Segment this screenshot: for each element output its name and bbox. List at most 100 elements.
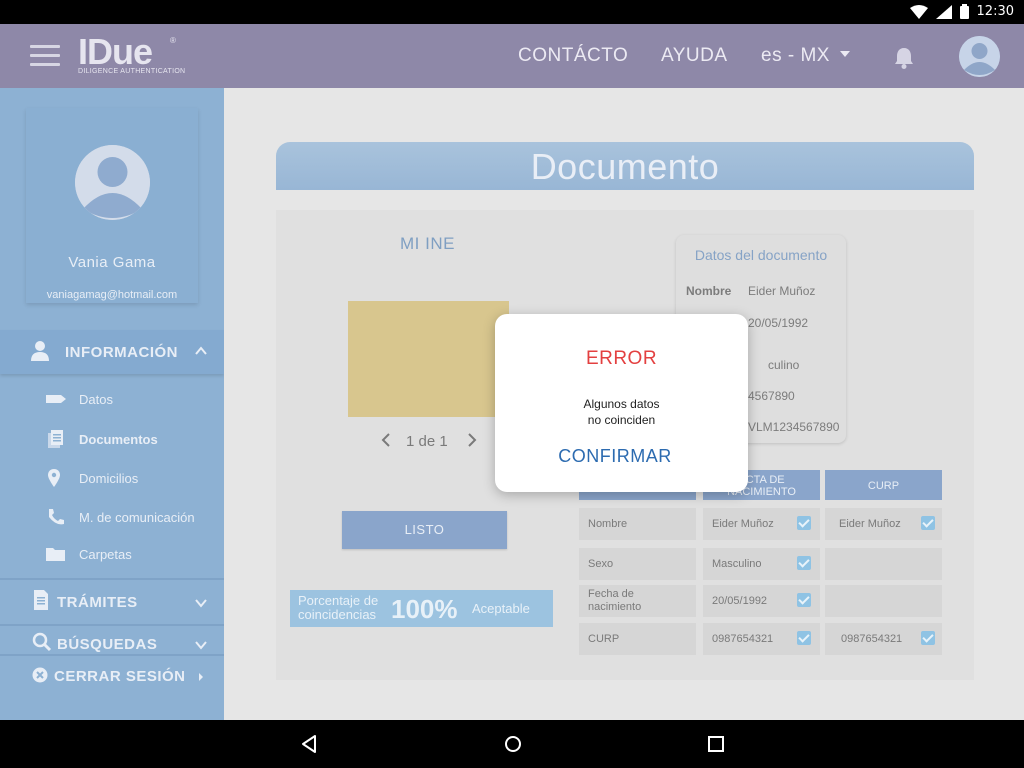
user-silhouette-icon	[75, 145, 150, 220]
chevron-down-icon	[195, 641, 207, 650]
pager-text: 1 de 1	[406, 433, 448, 450]
sidebar-section-cerrar-sesion[interactable]: CERRAR SESIÓN	[0, 660, 224, 690]
sidebar-item-documentos[interactable]: Documentos	[0, 424, 224, 454]
signal-icon	[935, 4, 952, 19]
table-row-acta: Eider Muñoz	[703, 508, 820, 540]
logo-registered-mark: ®	[170, 36, 176, 45]
app-bar: IDue ® DILIGENCE AUTHENTICATION CONTÁCTO…	[0, 24, 1024, 88]
wifi-icon	[909, 4, 928, 19]
page-title: Documento	[530, 146, 720, 187]
status-time: 12:30	[976, 4, 1014, 19]
sidebar-item-domicilios-label: Domicilios	[79, 471, 139, 486]
language-selector[interactable]: es - MX	[761, 45, 850, 67]
document-data-value: culino	[768, 358, 800, 372]
sidebar-item-domicilios[interactable]: Domicilios	[0, 463, 224, 493]
table-cell-text: 0987654321	[712, 633, 774, 645]
comparison-header-curp: CURP	[825, 470, 942, 500]
phone-icon	[49, 509, 64, 525]
menu-icon[interactable]	[30, 45, 60, 67]
document-data-value: Eider Muñoz	[748, 284, 816, 298]
table-row-curp: 0987654321	[825, 623, 942, 655]
table-cell-text: CURP	[588, 633, 620, 645]
sidebar-item-comunicacion[interactable]: M. de comunicación	[0, 502, 224, 532]
sidebar-item-carpetas[interactable]: Carpetas	[0, 539, 224, 569]
nav-help-link[interactable]: AYUDA	[661, 45, 728, 67]
table-row-curp: Eider Muñoz	[825, 508, 942, 540]
sidebar: Vania Gama vaniagamag@hotmail.com INFORM…	[0, 88, 224, 720]
home-icon[interactable]	[501, 732, 525, 756]
match-percentage-label: Porcentaje de coincidencias	[298, 593, 379, 622]
match-percentage-box: Porcentaje de coincidencias 100% Aceptab…	[290, 590, 553, 627]
documents-icon	[48, 430, 63, 448]
table-row-acta: 20/05/1992	[703, 585, 820, 617]
checkbox-checked-icon[interactable]	[921, 631, 935, 645]
error-dialog-message-line: Algunos datos	[583, 397, 660, 411]
language-selector-label: es - MX	[761, 45, 830, 66]
checkbox-checked-icon[interactable]	[797, 631, 811, 645]
table-row-field: Sexo	[579, 548, 696, 580]
tag-icon	[46, 395, 66, 403]
sidebar-section-tramites[interactable]: TRÁMITES	[0, 582, 224, 624]
battery-icon	[959, 4, 969, 19]
checkbox-checked-icon[interactable]	[797, 516, 811, 530]
sidebar-section-cerrar-sesion-label: CERRAR SESIÓN	[54, 668, 186, 685]
table-row-curp	[825, 585, 942, 617]
chevron-down-icon	[195, 599, 207, 608]
table-cell-text: 0987654321	[841, 633, 903, 645]
error-dialog: ERROR Algunos datos no coinciden CONFIRM…	[495, 314, 748, 492]
table-row-field: CURP	[579, 623, 696, 655]
listo-button[interactable]: LISTO	[342, 511, 507, 549]
logo-subtitle: DILIGENCE AUTHENTICATION	[78, 68, 186, 75]
comparison-header-curp-label: CURP	[867, 480, 900, 492]
user-silhouette-icon	[959, 36, 1000, 77]
sidebar-item-datos-label: Datos	[79, 392, 113, 407]
table-cell-text: Nombre	[588, 518, 628, 530]
table-cell-text: Fecha de nacimiento	[588, 588, 642, 613]
system-nav-bar	[0, 720, 1024, 768]
sidebar-section-informacion-label: INFORMACIÓN	[65, 344, 178, 361]
table-cell-text: Eider Muñoz	[712, 518, 774, 530]
profile-email: vaniagamag@hotmail.com	[46, 289, 178, 301]
table-cell-text: Eider Muñoz	[839, 518, 901, 530]
checkbox-checked-icon[interactable]	[797, 556, 811, 570]
sidebar-divider	[0, 578, 224, 580]
error-dialog-title: ERROR	[585, 348, 658, 369]
sidebar-item-datos[interactable]: Datos	[0, 384, 224, 414]
folder-icon	[46, 548, 65, 561]
confirm-button[interactable]: CONFIRMAR	[495, 446, 735, 467]
ine-document-image[interactable]	[348, 301, 509, 417]
bell-icon[interactable]	[893, 46, 915, 70]
sidebar-section-busquedas[interactable]: BÚSQUEDAS	[0, 626, 224, 654]
caret-down-icon	[839, 51, 850, 57]
document-data-label: Nombre	[686, 284, 732, 298]
checkbox-checked-icon[interactable]	[921, 516, 935, 530]
table-row-field: Nombre	[579, 508, 696, 540]
document-header: Documento	[276, 142, 974, 190]
document-data-value: 20/05/1992	[748, 316, 809, 330]
checkbox-checked-icon[interactable]	[797, 593, 811, 607]
status-icons: 12:30	[909, 4, 1014, 19]
error-dialog-message: Algunos datos no coinciden	[495, 396, 748, 428]
user-avatar-icon[interactable]	[959, 36, 1000, 77]
profile-avatar	[75, 145, 150, 220]
sidebar-divider	[0, 654, 224, 656]
sidebar-section-informacion[interactable]: INFORMACIÓN	[0, 330, 224, 374]
profile-name: Vania Gama	[68, 254, 156, 271]
close-circle-icon	[32, 667, 48, 683]
recent-apps-icon[interactable]	[704, 732, 728, 756]
profile-card: Vania Gama vaniagamag@hotmail.com	[26, 108, 198, 303]
ine-label: MI INE	[400, 234, 455, 253]
table-row-acta: Masculino	[703, 548, 820, 580]
chevron-right-icon	[199, 673, 203, 681]
back-icon[interactable]	[297, 732, 321, 756]
sidebar-item-comunicacion-label: M. de comunicación	[79, 510, 195, 525]
chevron-left-icon[interactable]	[380, 432, 392, 448]
table-row-field: Fecha de nacimiento	[579, 585, 696, 617]
sidebar-section-tramites-label: TRÁMITES	[57, 594, 138, 611]
document-data-title: Datos del documento	[694, 247, 828, 263]
chevron-up-icon	[195, 346, 207, 355]
match-percentage-value: 100%	[391, 594, 458, 624]
chevron-right-icon[interactable]	[466, 432, 478, 448]
nav-contact-link[interactable]: CONTÁCTO	[518, 45, 628, 67]
document-icon	[34, 590, 48, 610]
